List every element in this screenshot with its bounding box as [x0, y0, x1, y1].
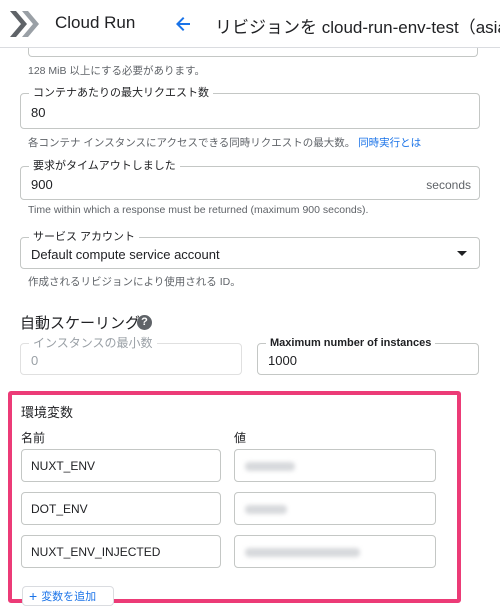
env-value-header: 値 — [234, 431, 247, 445]
min-instances-input: 0 — [31, 353, 39, 368]
env-name-value: NUXT_ENV — [31, 459, 96, 473]
env-value-input[interactable] — [234, 449, 436, 482]
env-value-input[interactable] — [234, 492, 436, 525]
timeout-input[interactable]: 900 — [31, 177, 53, 192]
memory-helper: 128 MiB 以上にする必要があります。 — [28, 65, 205, 77]
timeout-label: 要求がタイムアウトしました — [29, 159, 180, 173]
service-account-value: Default compute service account — [31, 247, 220, 262]
max-instances-input[interactable]: 1000 — [268, 353, 297, 368]
service-account-label: サービス アカウント — [29, 230, 140, 244]
min-instances-label: インスタンスの最小数 — [29, 336, 157, 350]
env-name-input[interactable]: DOT_ENV — [21, 492, 221, 525]
timeout-helper: Time within which a response must be ret… — [28, 204, 369, 216]
top-app-bar: Cloud Run リビジョンを cloud-run-env-test（asia… — [0, 0, 500, 48]
plus-icon: + — [29, 588, 38, 604]
memory-field-bottom[interactable] — [28, 48, 478, 57]
env-name-input[interactable]: NUXT_ENV — [21, 449, 221, 482]
autoscaling-title: 自動スケーリング — [20, 315, 141, 332]
add-variable-button[interactable]: + 変数を追加 — [22, 586, 114, 606]
max-requests-field[interactable]: コンテナあたりの最大リクエスト数 80 — [20, 86, 480, 129]
env-name-header: 名前 — [21, 431, 46, 445]
concurrency-link[interactable]: 同時実行とは — [358, 137, 421, 149]
add-variable-label: 変数を追加 — [41, 591, 97, 603]
dropdown-caret-icon — [457, 251, 467, 256]
env-vars-panel: 環境変数 名前 値 NUXT_ENV DOT_ENV NUXT_ENV_INJE… — [8, 391, 461, 606]
service-account-helper: 作成されるリビジョンにより使用される ID。 — [28, 276, 241, 288]
env-name-input[interactable]: NUXT_ENV_INJECTED — [21, 535, 221, 568]
env-name-value: NUXT_ENV_INJECTED — [31, 545, 161, 559]
max-requests-helper: 各コンテナ インスタンスにアクセスできる同時リクエストの最大数。 同時実行とは — [28, 135, 421, 150]
page-title: リビジョンを cloud-run-env-test（asia-n — [215, 18, 500, 37]
timeout-unit: seconds — [426, 178, 471, 192]
service-account-select[interactable]: サービス アカウント Default compute service accou… — [20, 230, 480, 269]
min-instances-field: インスタンスの最小数 0 — [20, 336, 242, 375]
masked-value — [245, 462, 295, 471]
help-icon[interactable]: ? — [137, 315, 152, 330]
env-vars-title: 環境変数 — [21, 405, 74, 420]
product-name: Cloud Run — [55, 13, 136, 32]
max-instances-label: Maximum number of instances — [266, 336, 436, 350]
max-requests-label: コンテナあたりの最大リクエスト数 — [29, 86, 213, 100]
cloud-run-logo-icon — [10, 11, 39, 37]
max-requests-helper-text: 各コンテナ インスタンスにアクセスできる同時リクエストの最大数。 — [28, 137, 356, 149]
back-arrow-icon[interactable] — [170, 11, 196, 37]
timeout-field[interactable]: 要求がタイムアウトしました 900 seconds — [20, 159, 480, 200]
max-instances-field[interactable]: Maximum number of instances 1000 — [257, 336, 479, 375]
env-name-value: DOT_ENV — [31, 502, 88, 516]
masked-value — [245, 548, 360, 557]
max-requests-input[interactable]: 80 — [31, 105, 45, 120]
env-value-input[interactable] — [234, 535, 436, 568]
masked-value — [245, 505, 287, 514]
